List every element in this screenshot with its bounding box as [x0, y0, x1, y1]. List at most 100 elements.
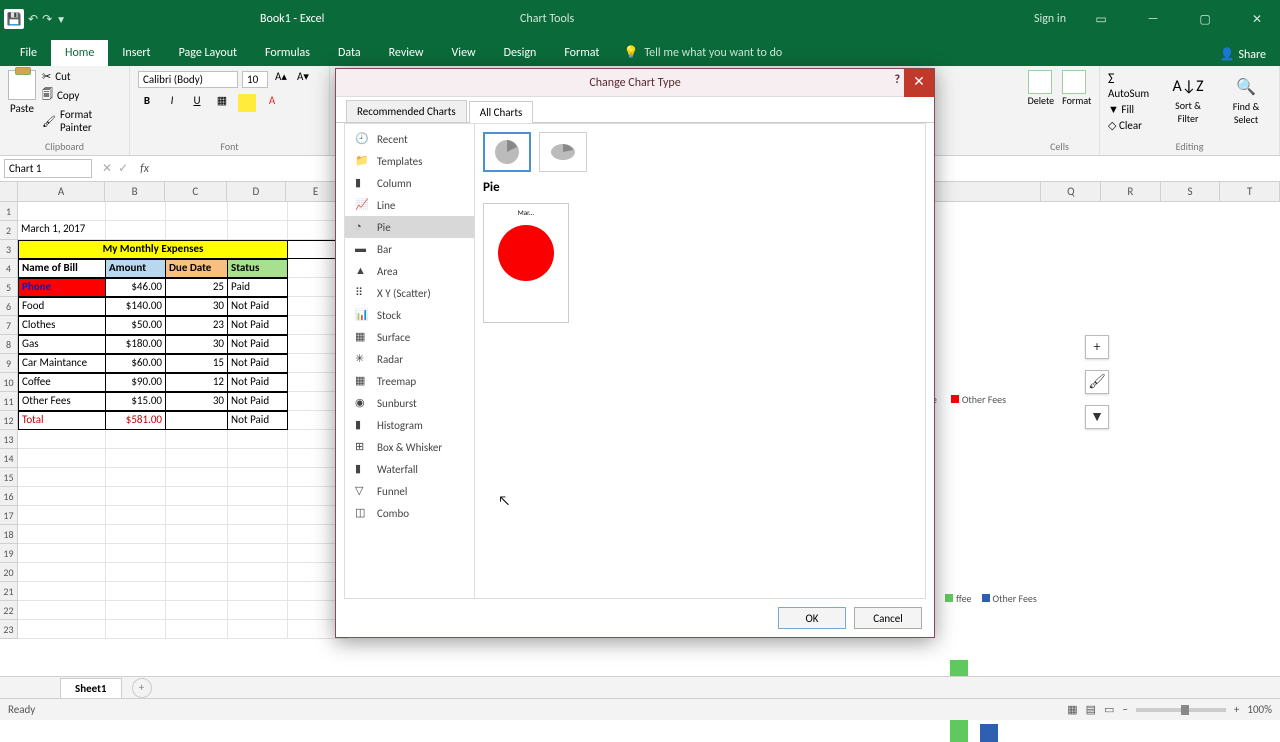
row-header-23[interactable]: 23 — [0, 620, 18, 639]
tell-me-input[interactable]: 💡Tell me what you want to do — [613, 39, 792, 66]
row-header-12[interactable]: 12 — [0, 411, 18, 430]
cell-bill[interactable]: Clothes — [18, 316, 106, 335]
tab-review[interactable]: Review — [375, 40, 438, 66]
chart-category-surface[interactable]: ▦Surface — [345, 326, 474, 348]
cell-status[interactable]: Not Paid — [228, 316, 288, 335]
cell-bill[interactable]: Gas — [18, 335, 106, 354]
cell-amount[interactable]: $140.00 — [106, 297, 166, 316]
row-header-4[interactable]: 4 — [0, 259, 18, 278]
cell[interactable] — [166, 563, 228, 582]
cell[interactable] — [228, 563, 288, 582]
pie-subtype-3d[interactable] — [539, 132, 587, 172]
cut-button[interactable]: ✂Cut — [42, 70, 121, 83]
cell[interactable] — [18, 563, 106, 582]
cell-due[interactable]: 15 — [166, 354, 228, 373]
cell-due[interactable]: 30 — [166, 392, 228, 411]
row-header-21[interactable]: 21 — [0, 582, 18, 601]
cell[interactable] — [228, 582, 288, 601]
chart-category-histogram[interactable]: ▮Histogram — [345, 414, 474, 436]
tab-insert[interactable]: Insert — [108, 40, 164, 66]
cell[interactable] — [228, 544, 288, 563]
chart-mini-preview[interactable]: Mar... — [483, 203, 569, 323]
row-header-17[interactable]: 17 — [0, 506, 18, 525]
cell[interactable] — [166, 601, 228, 620]
zoom-in-icon[interactable]: + — [1234, 703, 1239, 716]
cell-bill[interactable]: Car Maintance — [18, 354, 106, 373]
normal-view-icon[interactable]: ▦ — [1067, 703, 1077, 716]
cell[interactable] — [18, 544, 106, 563]
autosum-button[interactable]: Σ AutoSum — [1108, 70, 1155, 100]
chart-category-treemap[interactable]: ▦Treemap — [345, 370, 474, 392]
chart-element-plus-icon[interactable]: + — [1085, 335, 1109, 359]
qat-dropdown-icon[interactable]: ▼ — [56, 13, 66, 26]
col-header-R[interactable]: R — [1101, 182, 1161, 201]
row-header-7[interactable]: 7 — [0, 316, 18, 335]
cell[interactable] — [106, 525, 166, 544]
cell[interactable] — [228, 468, 288, 487]
row-header-22[interactable]: 22 — [0, 601, 18, 620]
tab-home[interactable]: Home — [51, 40, 108, 66]
chart-category-x-y-scatter-[interactable]: ⠿X Y (Scatter) — [345, 282, 474, 304]
cell-bill[interactable]: Coffee — [18, 373, 106, 392]
zoom-slider[interactable] — [1136, 708, 1226, 712]
hdr-amount[interactable]: Amount — [106, 259, 166, 278]
cell[interactable] — [106, 487, 166, 506]
underline-button[interactable]: U — [188, 94, 206, 112]
cell-amount[interactable]: $50.00 — [106, 316, 166, 335]
cell[interactable] — [106, 544, 166, 563]
zoom-out-icon[interactable]: − — [1122, 703, 1127, 716]
row-header-15[interactable]: 15 — [0, 468, 18, 487]
row-header-8[interactable]: 8 — [0, 335, 18, 354]
cell-total-label[interactable]: Total — [18, 411, 106, 430]
clear-button[interactable]: ◇ Clear — [1108, 119, 1155, 132]
cell-bill[interactable]: Other Fees — [18, 392, 106, 411]
row-header-19[interactable]: 19 — [0, 544, 18, 563]
cell[interactable] — [166, 487, 228, 506]
hdr-status[interactable]: Status — [228, 259, 288, 278]
chart-category-waterfall[interactable]: ▮Waterfall — [345, 458, 474, 480]
chart-category-stock[interactable]: 📊Stock — [345, 304, 474, 326]
format-cells-icon[interactable] — [1062, 70, 1086, 94]
font-name-input[interactable]: Calibri (Body) — [138, 71, 238, 88]
cell-due[interactable]: 25 — [166, 278, 228, 297]
cell-total-amount[interactable]: $581.00 — [106, 411, 166, 430]
font-color-button[interactable]: A — [263, 94, 281, 112]
cell[interactable] — [228, 430, 288, 449]
row-header-6[interactable]: 6 — [0, 297, 18, 316]
cell[interactable] — [166, 582, 228, 601]
cell[interactable] — [166, 525, 228, 544]
col-header-A[interactable]: A — [18, 182, 105, 201]
row-header-3[interactable]: 3 — [0, 240, 18, 259]
cell[interactable] — [18, 202, 106, 221]
chart-category-area[interactable]: ▲Area — [345, 260, 474, 282]
cell-status[interactable]: Not Paid — [228, 392, 288, 411]
cell-amount[interactable]: $46.00 — [106, 278, 166, 297]
row-header-9[interactable]: 9 — [0, 354, 18, 373]
cell-bill[interactable]: Phone — [18, 278, 106, 297]
col-header-S[interactable]: S — [1161, 182, 1221, 201]
copy-button[interactable]: 🗐Copy — [42, 86, 121, 105]
maximize-icon[interactable]: ▢ — [1188, 12, 1222, 27]
share-button[interactable]: 👤Share — [1205, 43, 1280, 66]
table-title[interactable]: My Monthly Expenses — [18, 240, 288, 259]
cell[interactable] — [166, 449, 228, 468]
cell[interactable] — [18, 601, 106, 620]
cell[interactable] — [106, 563, 166, 582]
cell[interactable] — [228, 525, 288, 544]
sheet-tab-sheet1[interactable]: Sheet1 — [60, 678, 122, 698]
increase-font-icon[interactable]: A▴ — [272, 70, 290, 88]
cell[interactable] — [18, 487, 106, 506]
cell[interactable] — [166, 620, 228, 639]
row-header-2[interactable]: 2 — [0, 221, 18, 240]
cancel-formula-icon[interactable]: ✕ — [102, 161, 112, 176]
redo-icon[interactable]: ↷ — [42, 12, 52, 27]
cell[interactable] — [18, 449, 106, 468]
cell[interactable] — [106, 468, 166, 487]
chart-category-templates[interactable]: 📁Templates — [345, 150, 474, 172]
cell-date[interactable]: March 1, 2017 — [18, 221, 106, 240]
undo-icon[interactable]: ↶ — [28, 12, 38, 27]
dialog-tab-recommended[interactable]: Recommended Charts — [346, 100, 467, 122]
cell-due[interactable]: 30 — [166, 335, 228, 354]
chart-category-line[interactable]: 📈Line — [345, 194, 474, 216]
minimize-icon[interactable]: — — [1136, 12, 1170, 26]
